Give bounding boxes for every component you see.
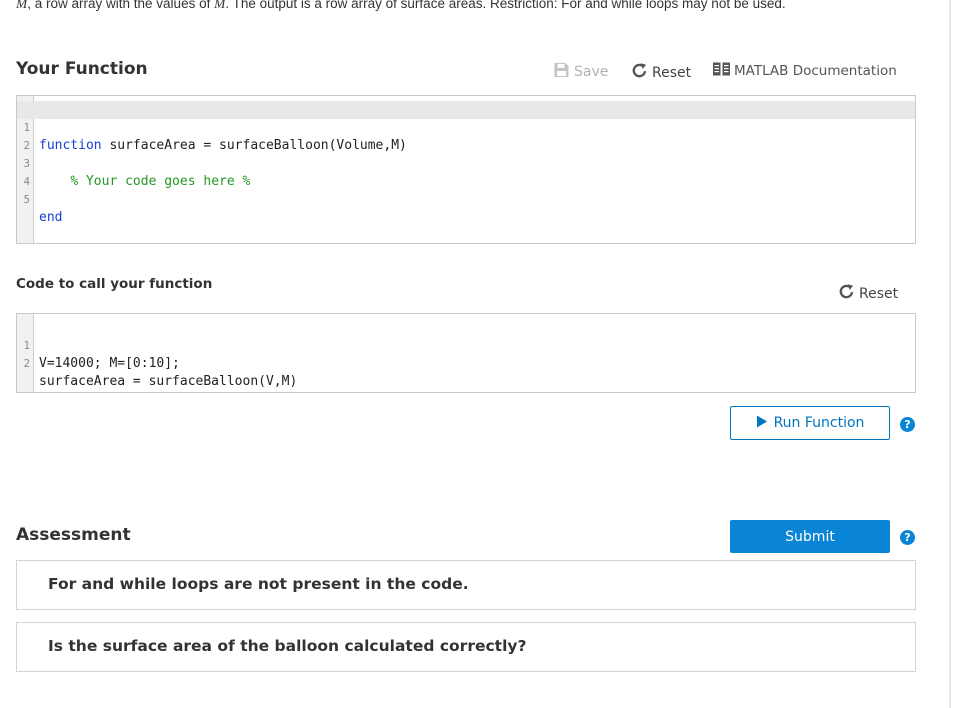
code-line[interactable]: 2 surfaceArea = surfaceBalloon(V,M) xyxy=(17,337,915,389)
assessment-test-label: Is the surface area of the balloon calcu… xyxy=(48,637,527,655)
problem-statement-tail: M, a row array with the values of M. The… xyxy=(16,0,786,11)
reset-icon xyxy=(631,62,648,83)
code-line[interactable]: 4 xyxy=(17,155,915,188)
assessment-test-item[interactable]: For and while loops are not present in t… xyxy=(16,560,916,610)
play-icon xyxy=(756,415,768,432)
call-code-editor[interactable]: 1 V=14000; M=[0:10]; 2 surfaceArea = sur… xyxy=(16,313,916,393)
function-code-editor[interactable]: 1 function surfaceArea = surfaceBalloon(… xyxy=(16,95,916,244)
code-line[interactable]: 3 % Your code goes here % xyxy=(17,137,915,189)
book-icon xyxy=(713,62,730,80)
assessment-test-item[interactable]: Is the surface area of the balloon calcu… xyxy=(16,622,916,672)
submit-button[interactable]: Submit xyxy=(730,520,890,553)
your-function-title: Your Function xyxy=(16,59,148,79)
code-line[interactable]: 2 xyxy=(17,119,915,152)
matlab-documentation-link[interactable]: MATLAB Documentation xyxy=(713,62,897,80)
reset-code-button[interactable]: Reset xyxy=(631,62,691,83)
help-icon[interactable]: ? xyxy=(900,417,915,432)
assessment-test-label: For and while loops are not present in t… xyxy=(48,575,469,593)
assessment-title: Assessment xyxy=(16,525,131,545)
code-line[interactable]: 1 V=14000; M=[0:10]; xyxy=(17,319,915,371)
save-icon xyxy=(553,62,570,82)
code-to-call-title: Code to call your function xyxy=(16,276,213,292)
reset-icon xyxy=(838,283,855,304)
reset-call-code-button[interactable]: Reset xyxy=(838,283,898,304)
help-icon[interactable]: ? xyxy=(900,530,915,545)
page-right-border xyxy=(949,0,951,708)
run-function-button[interactable]: Run Function xyxy=(730,406,890,440)
save-button[interactable]: Save xyxy=(553,62,608,82)
code-line[interactable]: 1 function surfaceArea = surfaceBalloon(… xyxy=(17,101,915,153)
code-line[interactable]: 5 end xyxy=(17,173,915,225)
